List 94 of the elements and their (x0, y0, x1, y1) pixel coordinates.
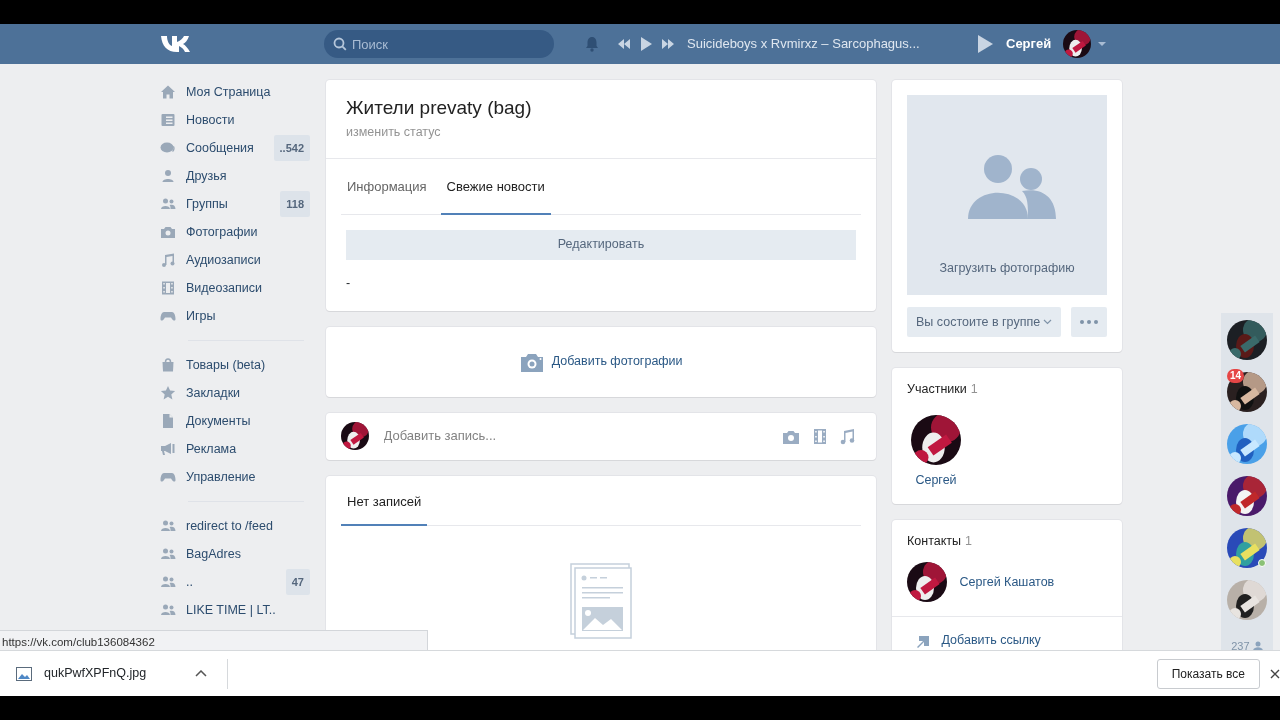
sidebar-label: Моя Страница (186, 83, 271, 101)
edit-button[interactable]: Редактировать (346, 229, 856, 260)
home-icon (160, 84, 176, 100)
bag-icon (160, 357, 176, 373)
people-icon (160, 518, 176, 534)
chevron-down-icon (1043, 319, 1053, 325)
membership-button[interactable]: Вы состоите в группе (907, 307, 1062, 337)
sidebar-item[interactable]: Друзья (160, 162, 310, 190)
sidebar-label: Аудиозаписи (186, 251, 261, 269)
tab[interactable]: Информация (341, 159, 433, 215)
image-file-icon (16, 666, 32, 681)
sidebar-item[interactable]: Закладки (160, 379, 310, 407)
people-icon (160, 196, 176, 212)
document-icon (160, 413, 176, 429)
search-icon (333, 37, 347, 51)
sidebar-label: BagAdres (186, 545, 241, 563)
tab[interactable]: Нет записей (341, 475, 428, 526)
sidebar-label: Сообщения (186, 139, 254, 157)
upload-photo-label: Загрузить фотографию (939, 260, 1075, 278)
sidebar-item[interactable]: Аудиозаписи (160, 246, 310, 274)
status-url: https://vk.com/club136084362 (0, 630, 428, 650)
film-icon[interactable] (812, 427, 827, 445)
member-name[interactable]: Сергей (915, 470, 957, 490)
megaphone-icon (160, 441, 176, 457)
sidebar-label: Друзья (186, 167, 227, 185)
next-icon[interactable] (661, 37, 675, 51)
sidebar-item[interactable]: Документы (160, 407, 310, 435)
sidebar-label: Управление (186, 468, 256, 486)
sidebar-item[interactable]: Новости (160, 106, 310, 134)
sidebar-item[interactable]: Сообщения ..542 (160, 134, 310, 162)
sidebar-label: redirect to /feed (186, 517, 273, 535)
sidebar-item[interactable]: Реклама (160, 435, 310, 463)
count-badge: 47 (285, 568, 310, 596)
group-title: Жители prevaty (bag) (346, 96, 533, 120)
caret-icon[interactable] (1098, 42, 1107, 46)
sidebar-label: Фотографии (186, 223, 258, 241)
sidebar-item[interactable]: .. 47 (160, 568, 310, 596)
music-note-icon (160, 252, 176, 268)
chevron-up-icon[interactable] (195, 670, 207, 677)
section-title[interactable]: Участники (907, 382, 967, 396)
show-all-button[interactable]: Показать все (1156, 658, 1260, 689)
sidebar-item[interactable]: redirect to /feed (160, 512, 310, 540)
more-button[interactable] (1071, 307, 1107, 337)
previous-icon[interactable] (617, 37, 631, 51)
sidebar-item[interactable]: Управление (160, 463, 310, 491)
tab[interactable]: Свежие новости (440, 159, 551, 215)
add-photos-label: Добавить фотографии (551, 353, 683, 371)
sidebar-label: Видеозаписи (186, 279, 263, 297)
play-icon[interactable] (977, 34, 993, 54)
add-photos-card[interactable]: Добавить фотографии (326, 326, 876, 397)
description-text: - (346, 275, 351, 290)
people-icon (160, 546, 176, 562)
section-title[interactable]: Контакты (907, 533, 961, 548)
sidebar-item[interactable]: Моя Страница (160, 78, 310, 106)
sidebar-item[interactable]: Фотографии (160, 218, 310, 246)
sidebar-item[interactable]: LIKE TIME | LT.. (160, 596, 310, 624)
film-icon (160, 280, 176, 296)
search-field[interactable]: Поиск (324, 30, 554, 58)
people-icon (160, 574, 176, 590)
sidebar-label: Закладки (186, 384, 241, 402)
newspaper-icon (160, 112, 176, 128)
photo-upload-area[interactable]: Загрузить фотографию (907, 95, 1107, 295)
sidebar-label: Реклама (186, 440, 237, 458)
sidebar-label: Игры (186, 307, 216, 325)
user-name[interactable]: Сергей (1006, 34, 1052, 54)
sidebar-label: Группы (186, 195, 228, 213)
track-title[interactable]: Suicideboys x Rvmirxz – Sarcophagus... (687, 34, 977, 54)
post-composer[interactable]: Добавить запись... (326, 412, 876, 460)
unread-badge: 14 (1227, 369, 1245, 383)
download-file-name[interactable]: qukPwfXPFnQ.jpg (44, 664, 147, 683)
person-icon (160, 168, 176, 184)
sidebar-item[interactable]: Видеозаписи (160, 274, 310, 302)
star-icon (160, 385, 176, 401)
more-icon (1079, 319, 1099, 326)
close-icon[interactable] (1270, 668, 1280, 679)
sidebar-label: Документы (186, 412, 251, 430)
sidebar-label: LIKE TIME | LT.. (186, 601, 276, 619)
sidebar-label: .. (186, 573, 193, 591)
member-count: 1 (970, 382, 978, 396)
sidebar-item[interactable]: Игры (160, 302, 310, 330)
count-badge: 118 (280, 190, 310, 218)
sidebar-item[interactable]: Товары (beta) (160, 351, 310, 379)
count-badge: ..542 (273, 134, 310, 162)
music-note-icon[interactable] (839, 427, 856, 445)
camera-icon (160, 224, 176, 240)
people-icon (160, 602, 176, 618)
sidebar-item[interactable]: Группы 118 (160, 190, 310, 218)
contact-name[interactable]: Сергей Кашатов (959, 572, 1055, 592)
online-count: 237 (1231, 639, 1250, 650)
contact-count: 1 (965, 533, 972, 548)
play-icon[interactable] (639, 36, 653, 52)
sidebar-label: Товары (beta) (186, 356, 266, 374)
sidebar-label: Новости (186, 111, 235, 129)
sidebar-item[interactable]: BagAdres (160, 540, 310, 568)
